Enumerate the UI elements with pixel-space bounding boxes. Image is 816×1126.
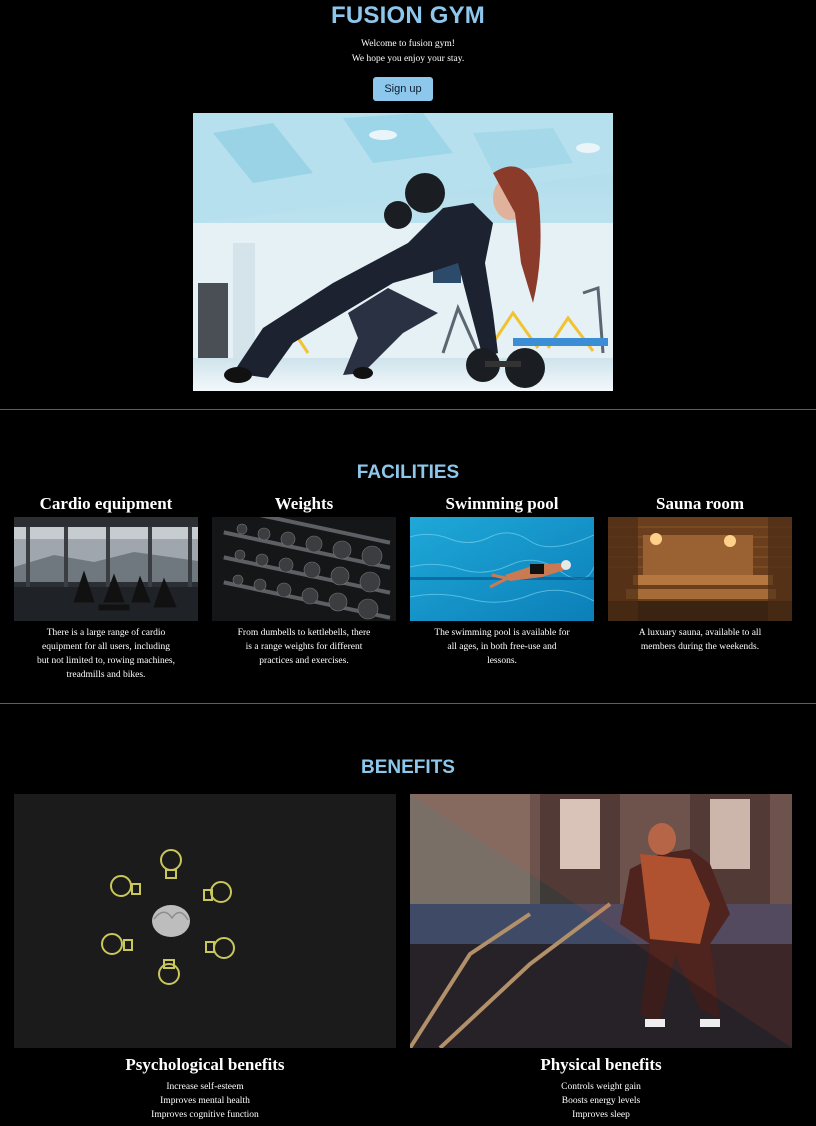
benefit-title: Psychological benefits [125,1055,285,1074]
benefit-point: Improves mental health [160,1096,250,1106]
facility-description: From dumbells to kettlebells, there is a… [237,628,371,666]
section-divider [0,703,816,704]
cardio-equipment-image [14,517,198,621]
hero-image [193,113,613,391]
facility-title: Weights [274,494,334,513]
facility-title: Cardio equipment [39,494,173,513]
facility-title: Sauna room [655,494,744,513]
facility-card-weights: Weights From dumbells to kettlebells, th… [212,490,396,668]
facility-card-sauna: Sauna room A luxuary sauna, available to… [608,490,792,654]
benefits-heading: BENEFITS [361,757,455,778]
section-divider [0,409,816,410]
benefit-point: Increase self-esteem [166,1082,244,1092]
benefit-points-list: Controls weight gain Boosts energy level… [410,1080,792,1122]
facility-card-cardio: Cardio equipment There is a large range … [14,490,198,682]
sign-up-button[interactable]: Sign up [373,77,433,101]
facility-description: A luxuary sauna, available to all member… [638,628,762,652]
benefit-title: Physical benefits [540,1055,662,1074]
welcome-line-1: Welcome to fusion gym! [361,39,455,49]
benefit-point: Boosts energy levels [561,1096,641,1106]
benefit-point: Improves cognitive function [151,1110,259,1120]
weights-image [212,517,396,621]
sauna-room-image [608,517,792,621]
benefit-point: Controls weight gain [561,1082,641,1092]
psychological-benefits-image [14,794,396,1048]
facility-description: There is a large range of cardio equipme… [37,628,175,680]
facility-description: The swimming pool is available for all a… [434,628,570,666]
benefit-point: Improves sleep [572,1110,630,1120]
physical-benefits-image [410,794,792,1048]
swimming-pool-image [410,517,594,621]
facility-title: Swimming pool [445,494,559,513]
facilities-heading: FACILITIES [356,462,460,483]
welcome-line-2: We hope you enjoy your stay. [351,54,465,64]
site-title: FUSION GYM [330,2,485,29]
facility-card-swimming-pool: Swimming pool The swimming pool is avail… [410,490,594,668]
welcome-message: Welcome to fusion gym! We hope you enjoy… [0,37,816,67]
benefit-points-list: Increase self-esteem Improves mental hea… [14,1080,396,1122]
